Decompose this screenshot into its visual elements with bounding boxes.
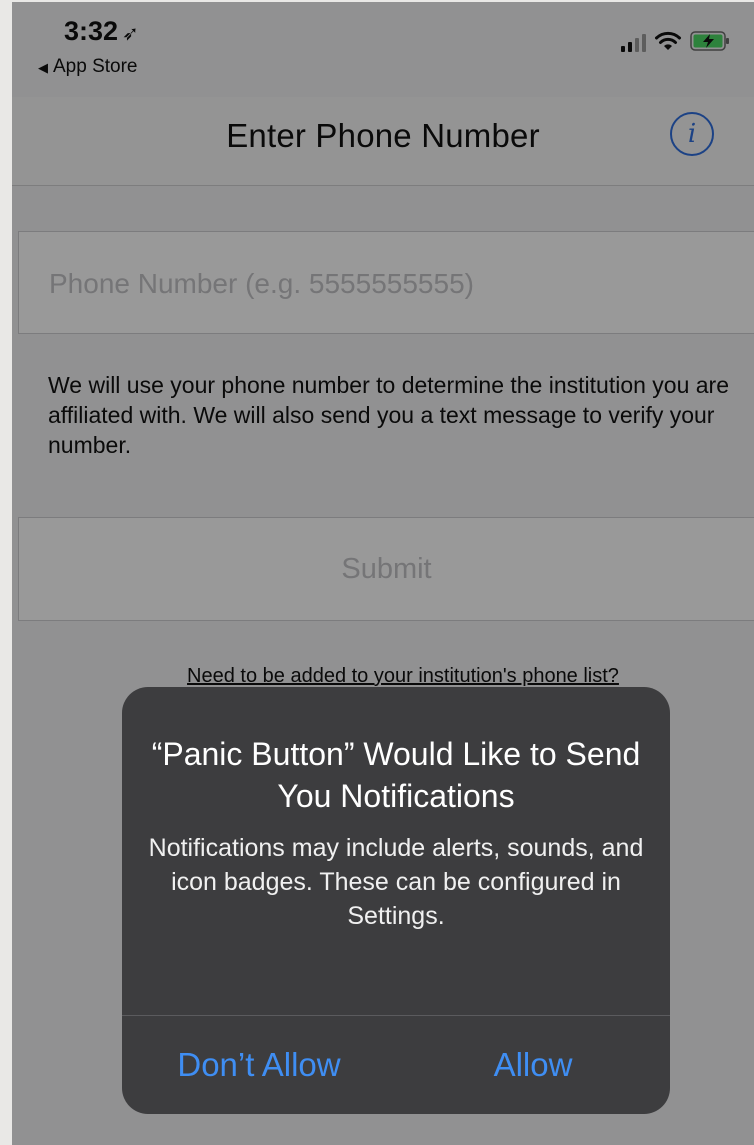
alert-title: “Panic Button” Would Like to Send You No… [151, 736, 641, 814]
alert-message: Notifications may include alerts, sounds… [148, 834, 644, 930]
dont-allow-button[interactable]: Don’t Allow [122, 1016, 396, 1114]
allow-button[interactable]: Allow [396, 1016, 670, 1114]
phone-frame: 3:32 ➶ ◀ App Store Enter Phone Number i … [0, 0, 754, 1145]
app-screen: 3:32 ➶ ◀ App Store Enter Phone Number i … [12, 2, 754, 1145]
notification-permission-alert: “Panic Button” Would Like to Send You No… [122, 687, 670, 1114]
